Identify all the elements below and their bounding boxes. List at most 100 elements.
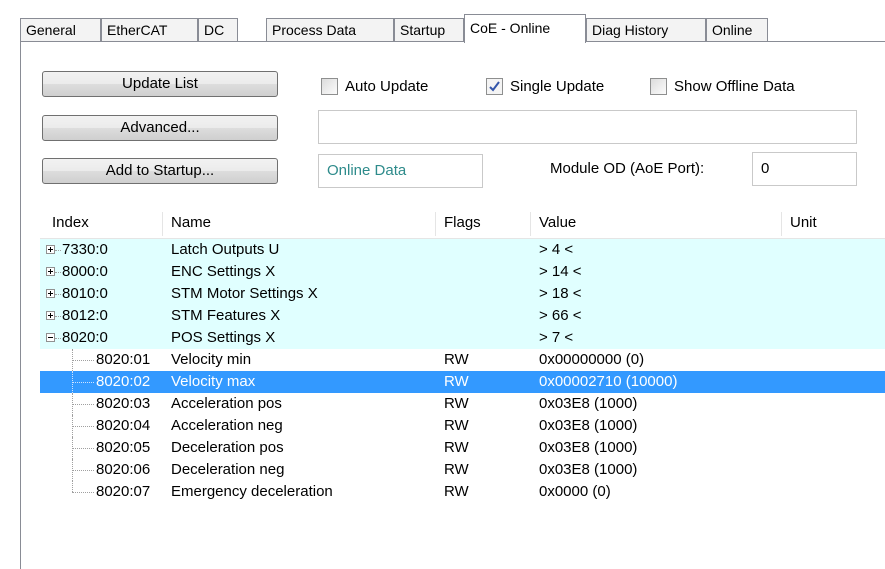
- cell-flags: RW: [444, 395, 469, 412]
- table-row[interactable]: 8020:07 Emergency deceleration RW 0x0000 (0…: [40, 481, 885, 503]
- cell-flags: RW: [444, 351, 469, 368]
- module-od-label: Module OD (AoE Port):: [550, 160, 705, 177]
- cell-name: ENC Settings X: [171, 263, 276, 280]
- list-outer-border: [20, 206, 21, 569]
- cell-value: 0x0000 (0): [539, 483, 611, 500]
- tree-line: [72, 349, 74, 371]
- list-group-row[interactable]: 8010:0 STM Motor Settings X > 18 <: [40, 283, 885, 305]
- cell-name: Latch Outputs U: [171, 241, 280, 258]
- cell-index: 8020:04: [96, 417, 151, 434]
- cell-value: 0x03E8 (1000): [539, 417, 638, 434]
- tab-ethercat[interactable]: EtherCAT: [101, 18, 198, 42]
- tree-line: [72, 448, 94, 450]
- add-to-startup-button[interactable]: Add to Startup...: [42, 158, 278, 184]
- tree-line: [72, 437, 74, 459]
- panel-border: [20, 41, 21, 206]
- table-row[interactable]: 8020:02 Velocity max RW 0x00002710 (10000): [40, 371, 885, 393]
- list-group-row[interactable]: 8012:0 STM Features X > 66 <: [40, 305, 885, 327]
- tab-online[interactable]: Online: [706, 18, 768, 42]
- tree-line: [72, 492, 94, 494]
- tree-line: [72, 459, 74, 481]
- column-header-unit[interactable]: Unit: [782, 208, 882, 238]
- cell-index: 8020:02: [96, 373, 151, 390]
- advanced-button[interactable]: Advanced...: [42, 115, 278, 141]
- filter-input[interactable]: [318, 110, 857, 144]
- tab-dc[interactable]: DC: [198, 18, 238, 42]
- tree-line: [72, 415, 74, 437]
- tree-line: [55, 272, 61, 274]
- tree-line: [72, 481, 74, 492]
- column-header-name[interactable]: Name: [163, 208, 435, 238]
- expand-icon[interactable]: [46, 245, 55, 254]
- checkmark-icon: [489, 81, 500, 92]
- table-row[interactable]: 8020:04 Acceleration neg RW 0x03E8 (1000): [40, 415, 885, 437]
- tab-diag-history[interactable]: Diag History: [586, 18, 706, 42]
- table-row[interactable]: 8020:03 Acceleration pos RW 0x03E8 (1000): [40, 393, 885, 415]
- auto-update-label: Auto Update: [345, 78, 429, 95]
- cell-value: > 7 <: [539, 329, 574, 346]
- cell-index: 8000:0: [62, 263, 108, 280]
- cell-index: 8020:03: [96, 395, 151, 412]
- tree-line: [72, 382, 94, 384]
- tab-startup[interactable]: Startup: [394, 18, 464, 42]
- cell-name: POS Settings X: [171, 329, 276, 346]
- cell-name: Velocity min: [171, 351, 252, 368]
- tree-line: [72, 393, 74, 415]
- show-offline-checkbox[interactable]: [650, 78, 667, 95]
- cell-name: Emergency deceleration: [171, 483, 333, 500]
- tree-line: [72, 470, 94, 472]
- table-row[interactable]: 8020:01 Velocity min RW 0x00000000 (0): [40, 349, 885, 371]
- tab-process-data[interactable]: Process Data: [266, 18, 394, 42]
- update-list-button[interactable]: Update List: [42, 71, 278, 97]
- expand-icon[interactable]: [46, 267, 55, 276]
- cell-flags: RW: [444, 461, 469, 478]
- column-header-index[interactable]: Index: [44, 208, 162, 238]
- tree-line: [55, 316, 61, 318]
- cell-name: Deceleration pos: [171, 439, 284, 456]
- auto-update-checkbox[interactable]: [321, 78, 338, 95]
- module-od-input[interactable]: 0: [752, 152, 857, 186]
- cell-value: 0x03E8 (1000): [539, 461, 638, 478]
- tree-line: [55, 294, 61, 296]
- list-group-row[interactable]: 7330:0 Latch Outputs U > 4 <: [40, 239, 885, 261]
- show-offline-label: Show Offline Data: [674, 78, 795, 95]
- cell-name: Acceleration neg: [171, 417, 283, 434]
- list-group-row[interactable]: 8000:0 ENC Settings X > 14 <: [40, 261, 885, 283]
- table-row[interactable]: 8020:06 Deceleration neg RW 0x03E8 (1000): [40, 459, 885, 481]
- tab-coe-online[interactable]: CoE - Online: [464, 14, 586, 43]
- cell-value: 0x00002710 (10000): [539, 373, 678, 390]
- cell-index: 8020:07: [96, 483, 151, 500]
- cell-index: 8020:0: [62, 329, 108, 346]
- cell-value: > 18 <: [539, 285, 582, 302]
- tree-line: [72, 371, 74, 393]
- cell-value: 0x03E8 (1000): [539, 395, 638, 412]
- cell-value: > 14 <: [539, 263, 582, 280]
- column-header-value[interactable]: Value: [531, 208, 781, 238]
- column-header-flags[interactable]: Flags: [436, 208, 530, 238]
- cell-index: 8020:05: [96, 439, 151, 456]
- cell-name: Velocity max: [171, 373, 256, 390]
- tree-line: [55, 250, 61, 252]
- cell-flags: RW: [444, 439, 469, 456]
- cell-index: 8020:01: [96, 351, 151, 368]
- tab-general[interactable]: General: [20, 18, 101, 42]
- cell-name: Deceleration neg: [171, 461, 285, 478]
- cell-flags: RW: [444, 417, 469, 434]
- cell-flags: RW: [444, 483, 469, 500]
- list-group-row[interactable]: 8020:0 POS Settings X > 7 <: [40, 327, 885, 349]
- cell-index: 8012:0: [62, 307, 108, 324]
- cell-index: 7330:0: [62, 241, 108, 258]
- tab-divider: [20, 41, 885, 42]
- expand-icon[interactable]: [46, 289, 55, 298]
- single-update-checkbox[interactable]: [486, 78, 503, 95]
- cell-flags: RW: [444, 373, 469, 390]
- cell-value: > 4 <: [539, 241, 574, 258]
- cell-name: Acceleration pos: [171, 395, 282, 412]
- cell-index: 8010:0: [62, 285, 108, 302]
- expand-icon[interactable]: [46, 311, 55, 320]
- table-row[interactable]: 8020:05 Deceleration pos RW 0x03E8 (1000): [40, 437, 885, 459]
- collapse-icon[interactable]: [46, 333, 55, 342]
- cell-value: > 66 <: [539, 307, 582, 324]
- cell-name: STM Features X: [171, 307, 281, 324]
- tab-strip: General EtherCAT DC Process Data Startup…: [0, 0, 885, 43]
